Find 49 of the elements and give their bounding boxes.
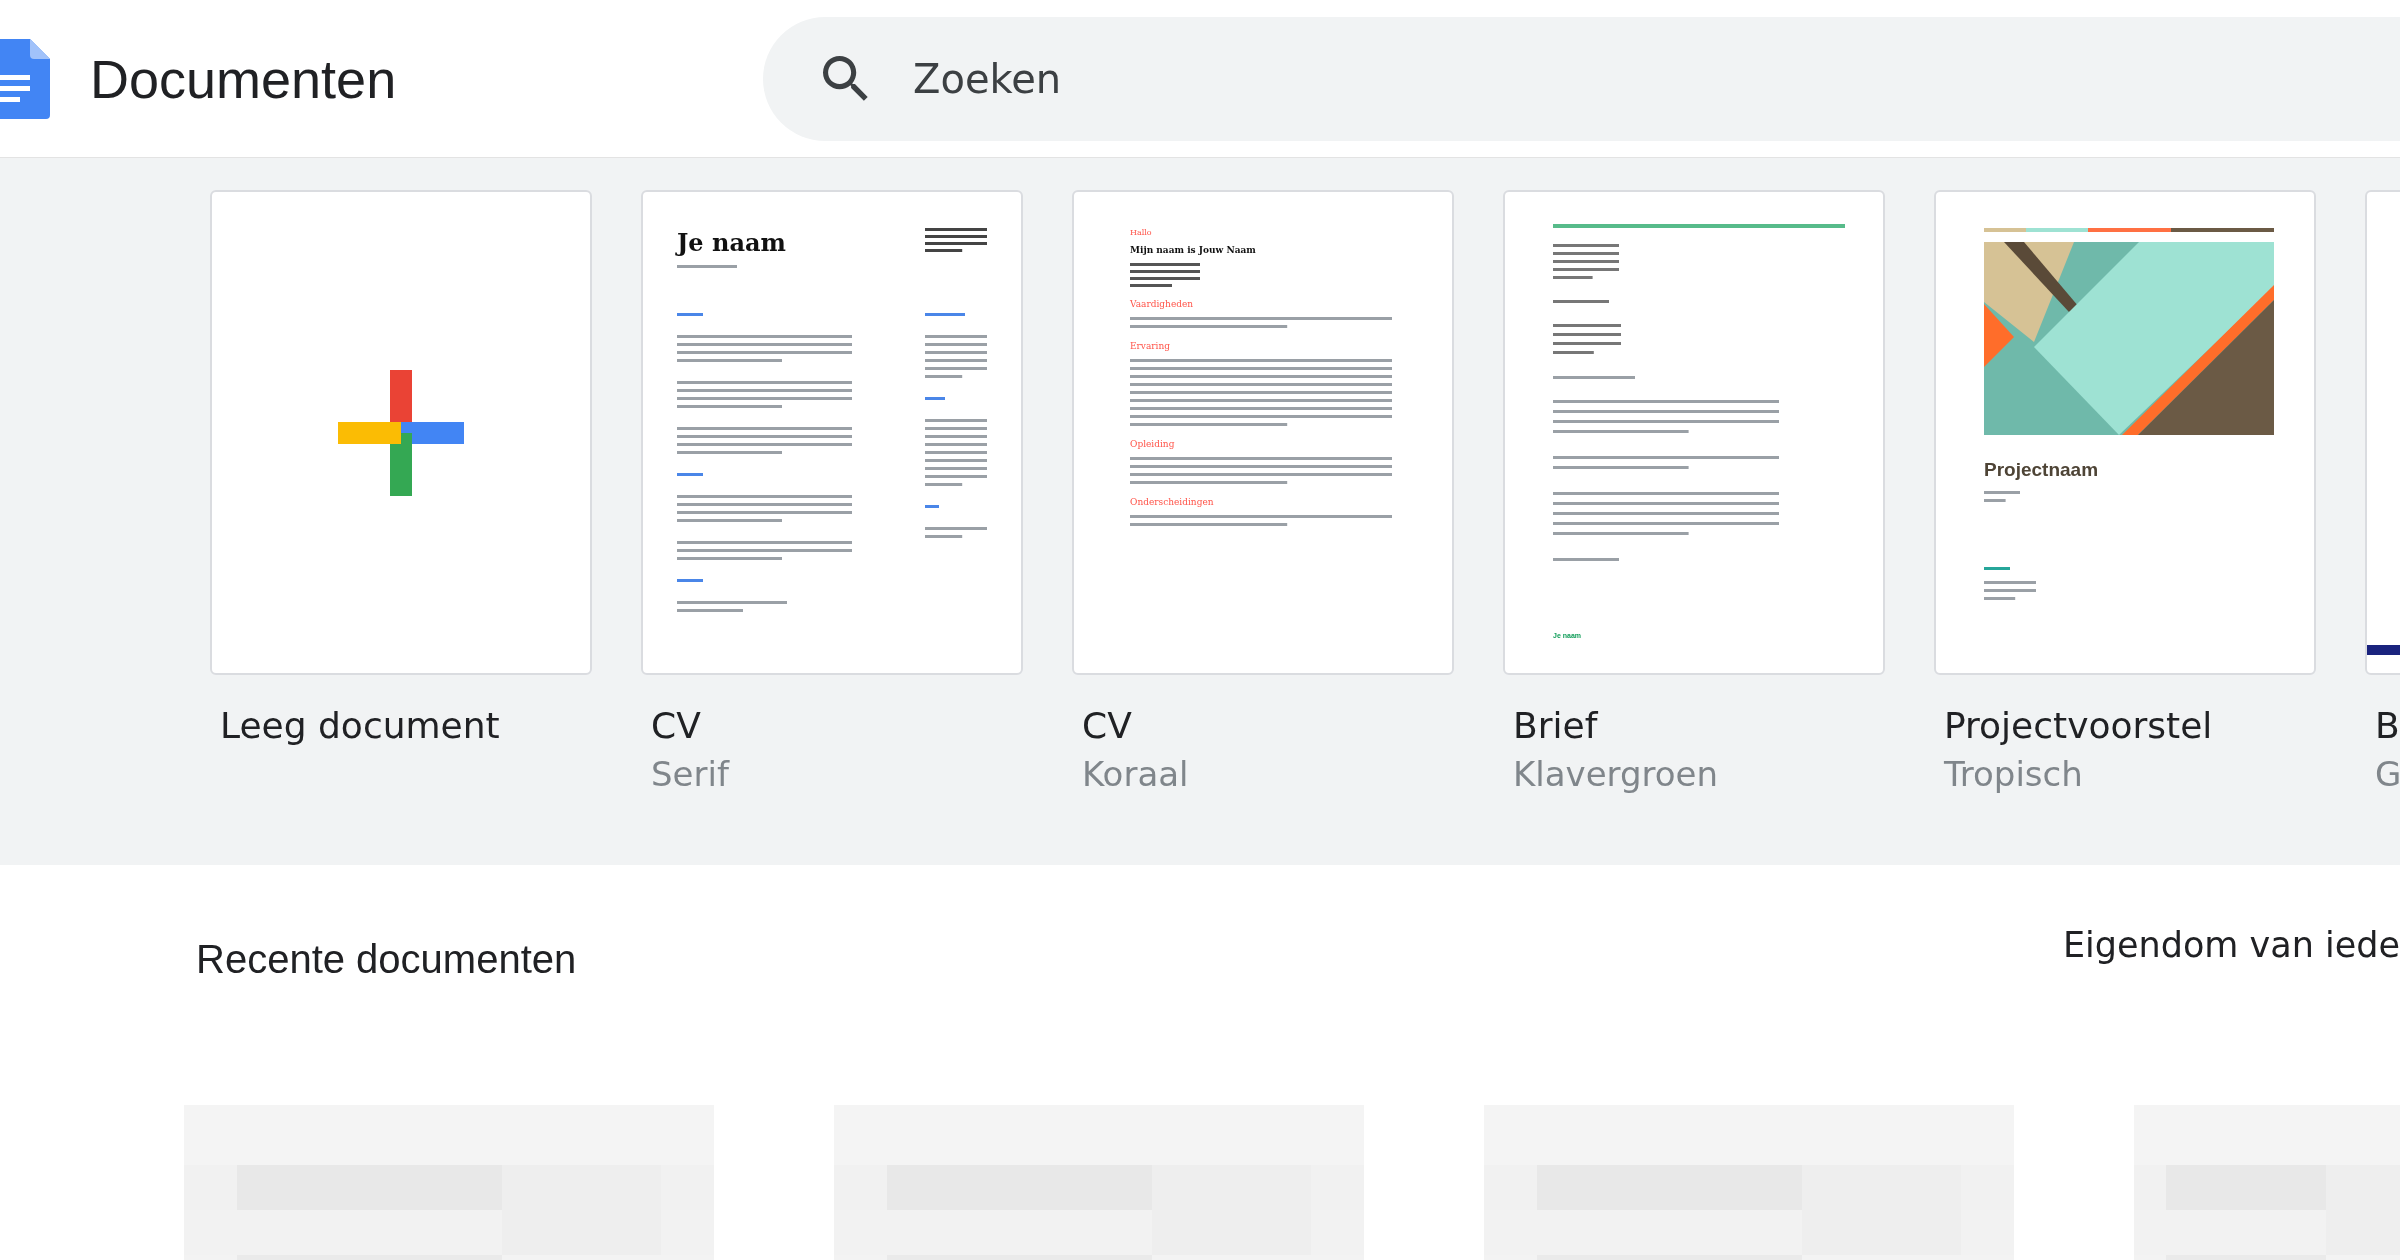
- section-heading: Ervaring: [1130, 341, 1172, 351]
- template-subtitle: Klavergroen: [1513, 754, 1720, 794]
- text-lines-drawing: [1130, 263, 1200, 287]
- text-lines-drawing: [677, 473, 703, 476]
- template-subtitle: G: [2375, 754, 2400, 794]
- template-subtitle: Koraal: [1082, 754, 1190, 794]
- template-thumbnail[interactable]: Projectnaam: [1934, 190, 2316, 675]
- text-lines-drawing: [1984, 581, 2036, 600]
- text-lines-drawing: [1984, 491, 2020, 502]
- text-lines-drawing: [925, 228, 987, 252]
- accent-bar: [2367, 645, 2400, 655]
- text-lines-drawing: [677, 265, 737, 268]
- app-title: Documenten: [90, 47, 397, 110]
- text-lines-drawing: [925, 397, 945, 400]
- project-title: Projectnaam: [1984, 459, 2100, 481]
- text-lines-drawing: [677, 313, 703, 316]
- section-heading: Opleiding: [1130, 439, 1176, 449]
- template-subtitle: Serif: [651, 754, 731, 794]
- template-title: CV: [651, 705, 702, 746]
- template-thumbnail[interactable]: [210, 190, 592, 675]
- template-title: Brief: [1513, 705, 1599, 746]
- text-lines-drawing: [1984, 567, 2010, 570]
- resume-name: Mijn naam is Jouw Naam: [1130, 245, 1257, 255]
- owner-filter-button[interactable]: Eigendom van iede: [2062, 925, 2400, 965]
- text-lines-drawing: [925, 313, 965, 316]
- plus-icon: [338, 369, 464, 496]
- template-title: B: [2375, 705, 2400, 746]
- text-lines-drawing: [925, 335, 987, 378]
- search-field[interactable]: Zoeken: [763, 16, 2400, 141]
- text-lines-drawing: [1553, 244, 1619, 279]
- template-title: CV: [1082, 705, 1133, 746]
- greeting-text: Hallo: [1130, 228, 1153, 237]
- section-title: Recente documenten: [196, 937, 577, 982]
- text-lines-drawing: [925, 505, 939, 508]
- template-thumbnail[interactable]: Je naam: [641, 190, 1023, 675]
- resume-name: Je naam: [677, 228, 786, 257]
- text-lines-drawing: [925, 419, 987, 486]
- template-title: Leeg document: [220, 705, 501, 746]
- text-lines-drawing: [1553, 324, 1621, 354]
- template-title: Projectvoorstel: [1944, 705, 2214, 746]
- text-lines-drawing: [1553, 558, 1619, 561]
- section-heading: Onderscheidingen: [1130, 497, 1215, 507]
- section-heading: Vaardigheden: [1130, 299, 1195, 309]
- text-lines-drawing: [1553, 300, 1609, 303]
- search-icon: [823, 55, 869, 102]
- template-subtitle: Tropisch: [1944, 754, 2084, 794]
- text-lines-drawing: [925, 527, 987, 538]
- text-lines-drawing: [677, 579, 703, 582]
- template-thumbnail[interactable]: Hallo Mijn naam is Jouw Naam Vaardigheden Ervaring Opleiding Onderscheidingen: [1072, 190, 1454, 675]
